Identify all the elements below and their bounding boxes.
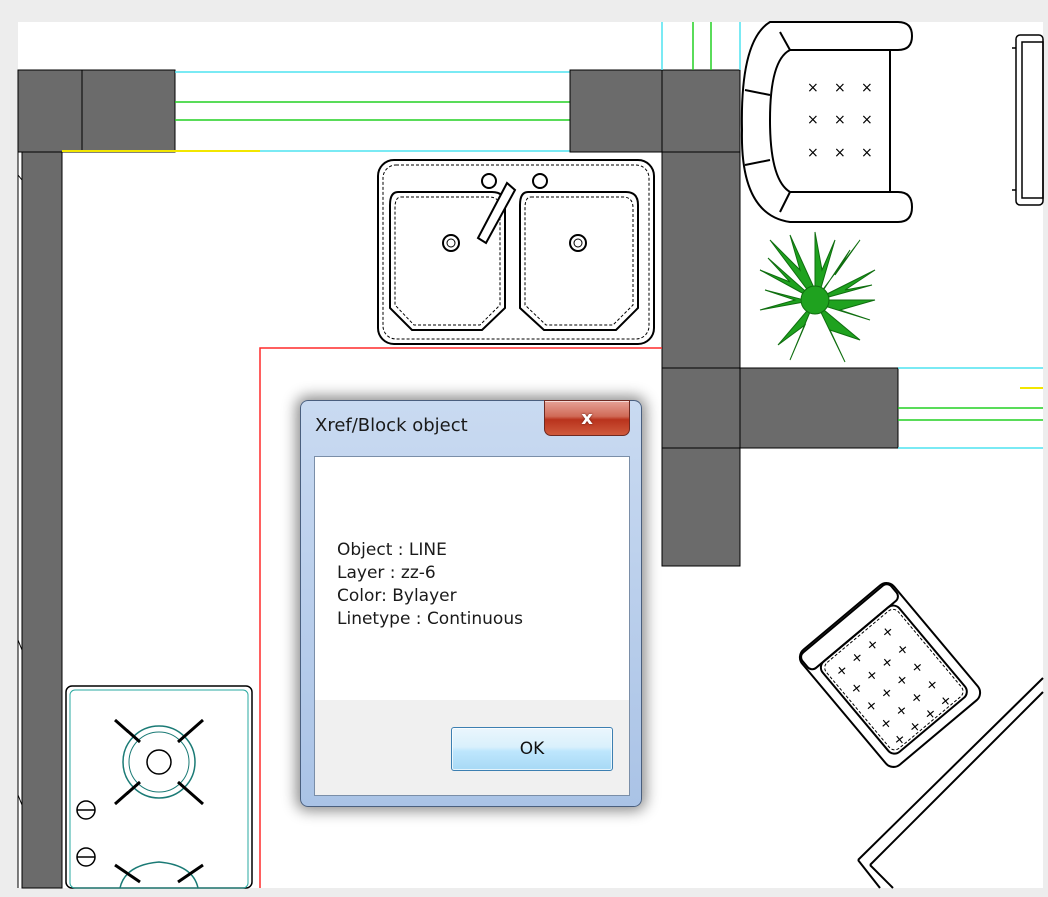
object-info: Object : LINE Layer : zz-6 Color: Bylaye… <box>337 539 523 631</box>
wall-left-vertical <box>21 151 63 889</box>
dialog-client-area: Object : LINE Layer : zz-6 Color: Bylaye… <box>314 456 630 796</box>
svg-text:×: × <box>861 80 873 96</box>
dialog-title: Xref/Block object <box>315 415 468 436</box>
wall-vertical-mid <box>661 151 741 369</box>
linetype-text: Linetype : Continuous <box>337 609 523 629</box>
svg-text:×: × <box>807 145 819 161</box>
wall-right-horizontal <box>739 367 899 449</box>
svg-text:×: × <box>834 112 846 128</box>
armchair-x-pattern: × × × × × × × × × <box>807 80 873 161</box>
wall-corner-top <box>661 69 741 153</box>
close-icon: x <box>581 407 593 429</box>
wall-corner-bottom <box>661 367 741 449</box>
color-text: Color: Bylayer <box>337 586 457 606</box>
wall-vertical-lower <box>661 447 741 567</box>
wall-top-mid <box>569 69 663 153</box>
svg-text:×: × <box>834 145 846 161</box>
svg-text:×: × <box>861 145 873 161</box>
xref-block-object-dialog: Xref/Block object x Object : LINE Layer … <box>300 400 642 807</box>
svg-text:×: × <box>807 112 819 128</box>
close-button[interactable]: x <box>544 400 630 436</box>
svg-text:×: × <box>861 112 873 128</box>
wall-top-left-a <box>17 69 83 153</box>
ok-button[interactable]: OK <box>451 727 613 771</box>
layer-text: Layer : zz-6 <box>337 563 436 583</box>
object-type-text: Object : LINE <box>337 540 447 560</box>
svg-text:×: × <box>834 80 846 96</box>
svg-text:×: × <box>807 80 819 96</box>
wall-top-left-b <box>81 69 176 153</box>
